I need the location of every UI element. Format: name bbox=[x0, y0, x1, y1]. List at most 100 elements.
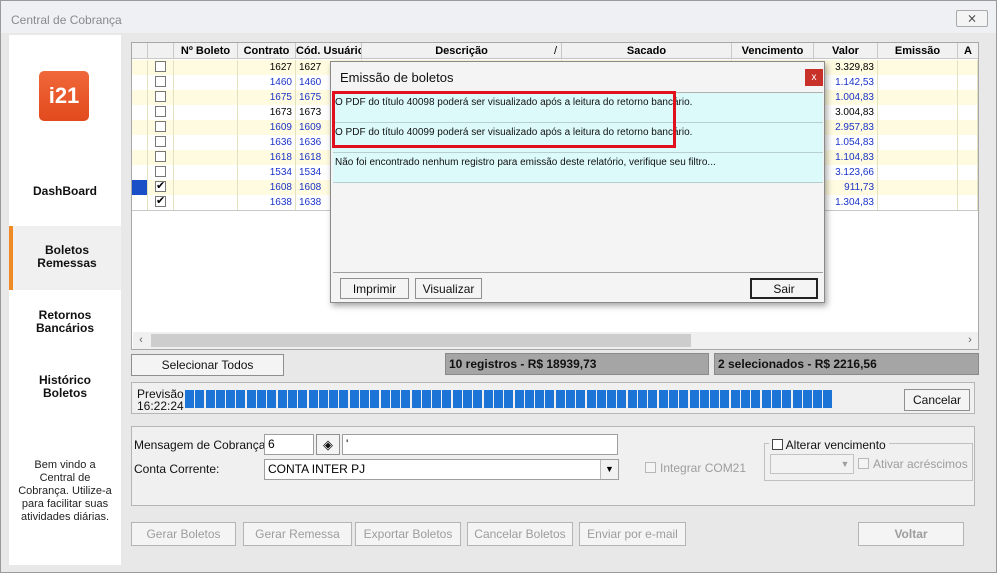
ativar-acrescimos-checkbox[interactable] bbox=[858, 458, 869, 469]
progress-segment bbox=[741, 390, 751, 408]
progress-segment bbox=[246, 390, 256, 408]
logo: i21 bbox=[39, 71, 89, 121]
row-checkbox-cell: ✔ bbox=[148, 180, 174, 195]
row-checkbox[interactable]: ✔ bbox=[155, 181, 166, 192]
progress-segment bbox=[236, 390, 246, 408]
row-checkbox[interactable] bbox=[155, 61, 166, 72]
sidebar-item-retornos-bancarios[interactable]: Retornos Bancários bbox=[9, 309, 121, 339]
vencimento-date-select[interactable]: ▼ bbox=[770, 454, 854, 474]
progress-segment bbox=[442, 390, 452, 408]
column-header-valor[interactable]: Valor bbox=[814, 43, 878, 59]
sidebar: i21 DashBoard Boletos Remessas Retornos … bbox=[9, 35, 121, 565]
progress-segment bbox=[267, 390, 277, 408]
progress-segment bbox=[761, 390, 771, 408]
charge-settings-panel: Mensagem de Cobrança: 6 ◈ ' Conta Corren… bbox=[131, 426, 975, 506]
row-checkbox[interactable] bbox=[155, 136, 166, 147]
column-header-vencimento[interactable]: Vencimento bbox=[732, 43, 814, 59]
row-indicator bbox=[132, 135, 148, 150]
enviar-email-button[interactable]: Enviar por e-mail bbox=[579, 522, 686, 546]
select-all-button[interactable]: Selecionar Todos bbox=[131, 354, 284, 376]
cell-contrato: 1673 bbox=[238, 105, 296, 120]
column-header-a[interactable]: A bbox=[958, 43, 978, 59]
row-checkbox[interactable] bbox=[155, 121, 166, 132]
chevron-down-icon[interactable]: ▼ bbox=[600, 460, 618, 479]
title-bar: Central de Cobrança ⨯ bbox=[1, 1, 996, 33]
sair-button[interactable]: Sair bbox=[750, 278, 818, 299]
row-indicator bbox=[132, 75, 148, 90]
row-checkbox[interactable] bbox=[155, 166, 166, 177]
column-header-descricao[interactable]: Descrição / bbox=[362, 43, 562, 59]
horizontal-scrollbar[interactable]: ‹ › bbox=[133, 332, 978, 349]
progress-segment bbox=[638, 390, 648, 408]
progress-segment bbox=[411, 390, 421, 408]
scroll-left-icon[interactable]: ‹ bbox=[133, 332, 149, 349]
row-checkbox-cell bbox=[148, 90, 174, 105]
progress-segment bbox=[287, 390, 297, 408]
progress-segment bbox=[215, 390, 225, 408]
cell-contrato: 1627 bbox=[238, 60, 296, 75]
cell-contrato: 1636 bbox=[238, 135, 296, 150]
row-indicator bbox=[132, 105, 148, 120]
mensagem-code-input[interactable]: 6 bbox=[264, 434, 314, 455]
cancelar-boletos-button[interactable]: Cancelar Boletos bbox=[467, 522, 573, 546]
progress-segment bbox=[349, 390, 359, 408]
row-checkbox[interactable] bbox=[155, 76, 166, 87]
row-checkbox-cell: ✔ bbox=[148, 195, 174, 210]
sidebar-item-dashboard[interactable]: DashBoard bbox=[9, 185, 121, 205]
scroll-thumb[interactable] bbox=[151, 334, 691, 347]
column-header-sacado[interactable]: Sacado bbox=[562, 43, 732, 59]
progress-segment bbox=[483, 390, 493, 408]
cell-contrato: 1608 bbox=[238, 180, 296, 195]
alterar-vencimento-toggle[interactable]: Alterar vencimento bbox=[769, 438, 889, 452]
column-header-contrato[interactable]: Contrato bbox=[238, 43, 296, 59]
main-window: Central de Cobrança ⨯ i21 DashBoard Bole… bbox=[0, 0, 997, 573]
cell-contrato: 1675 bbox=[238, 90, 296, 105]
cancel-progress-button[interactable]: Cancelar bbox=[904, 389, 970, 411]
close-icon[interactable]: ⨯ bbox=[956, 10, 988, 27]
column-header-cod-usuario[interactable]: Cód. Usuário bbox=[296, 43, 362, 59]
close-icon[interactable]: x bbox=[805, 69, 823, 86]
row-indicator bbox=[132, 195, 148, 210]
progress-segment bbox=[576, 390, 586, 408]
gerar-boletos-button[interactable]: Gerar Boletos bbox=[131, 522, 236, 546]
visualizar-button[interactable]: Visualizar bbox=[415, 278, 482, 299]
row-checkbox[interactable] bbox=[155, 106, 166, 117]
row-checkbox[interactable]: ✔ bbox=[155, 196, 166, 207]
conta-corrente-select[interactable]: CONTA INTER PJ ▼ bbox=[264, 459, 619, 480]
progress-segment bbox=[329, 390, 339, 408]
sidebar-item-historico-boletos[interactable]: Histórico Boletos bbox=[9, 374, 121, 404]
grid-header: Nº Boleto Contrato Cód. Usuário Descriçã… bbox=[132, 43, 978, 59]
row-checkbox-cell bbox=[148, 165, 174, 180]
mensagem-text-input[interactable]: ' bbox=[342, 434, 618, 455]
row-checkbox[interactable] bbox=[155, 151, 166, 162]
progress-segment bbox=[421, 390, 431, 408]
progress-segment bbox=[555, 390, 565, 408]
column-header-nboleto[interactable]: Nº Boleto bbox=[174, 43, 238, 59]
binoculars-search-icon[interactable]: ◈ bbox=[316, 434, 340, 455]
progress-segment bbox=[277, 390, 287, 408]
sidebar-item-label: Histórico Boletos bbox=[38, 373, 91, 400]
sidebar-item-boletos-remessas[interactable]: Boletos Remessas bbox=[9, 226, 121, 290]
column-header-check[interactable] bbox=[148, 43, 174, 59]
progress-segment bbox=[710, 390, 720, 408]
progress-segment bbox=[257, 390, 267, 408]
progress-segment bbox=[782, 390, 792, 408]
scroll-right-icon[interactable]: › bbox=[962, 332, 978, 349]
progress-segment bbox=[689, 390, 699, 408]
voltar-button[interactable]: Voltar bbox=[858, 522, 964, 546]
integrar-checkbox[interactable] bbox=[645, 462, 656, 473]
row-checkbox[interactable] bbox=[155, 91, 166, 102]
column-header-emissao[interactable]: Emissão bbox=[878, 43, 958, 59]
progress-segment bbox=[185, 390, 194, 408]
sidebar-item-label: DashBoard bbox=[32, 184, 97, 198]
progress-segment bbox=[586, 390, 596, 408]
progress-segment bbox=[360, 390, 370, 408]
row-indicator bbox=[132, 150, 148, 165]
selected-records-status: 2 selecionados - R$ 2216,56 bbox=[714, 353, 979, 375]
progress-segment bbox=[463, 390, 473, 408]
alterar-vencimento-checkbox[interactable] bbox=[772, 439, 783, 450]
chevron-down-icon[interactable]: ▼ bbox=[837, 455, 853, 473]
imprimir-button[interactable]: Imprimir bbox=[340, 278, 409, 299]
gerar-remessa-button[interactable]: Gerar Remessa bbox=[243, 522, 352, 546]
exportar-boletos-button[interactable]: Exportar Boletos bbox=[355, 522, 461, 546]
